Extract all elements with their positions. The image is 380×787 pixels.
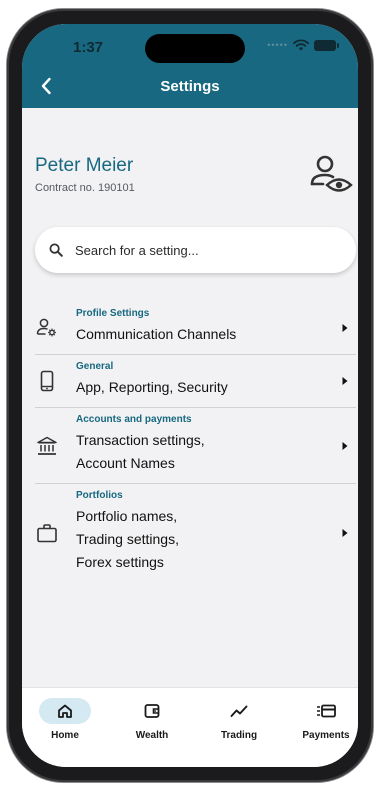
trend-icon <box>230 705 248 717</box>
row-subtitle: Account Names <box>76 455 175 471</box>
app-screen: 1:37 ••••• Settings Peter Meier Contract… <box>22 24 358 767</box>
bottom-navigation: Home Wealth Trading Payments <box>22 687 358 767</box>
nav-item-trading[interactable]: Trading <box>204 698 274 741</box>
nav-icon-highlight <box>126 698 178 724</box>
settings-row-text: Profile Settings Communication Channels <box>76 302 326 354</box>
row-category: Accounts and payments <box>76 414 192 425</box>
nav-icon-highlight <box>39 698 91 724</box>
settings-row-portfolios[interactable]: Portfolios Portfolio names, Trading sett… <box>35 484 356 582</box>
nav-label: Home <box>51 730 79 741</box>
settings-row-text: General App, Reporting, Security <box>76 355 326 407</box>
settings-row-text: Portfolios Portfolio names, Trading sett… <box>76 484 326 582</box>
profile-view-icon[interactable] <box>309 154 353 194</box>
row-category: Portfolios <box>76 490 123 501</box>
settings-row-accounts[interactable]: Accounts and payments Transaction settin… <box>35 408 356 484</box>
top-bar: 1:37 ••••• Settings <box>22 24 358 108</box>
settings-list: Profile Settings Communication Channels … <box>35 302 356 582</box>
page-title: Settings <box>160 78 220 95</box>
battery-icon <box>314 39 339 51</box>
search-input[interactable] <box>75 242 315 258</box>
contract-number: Contract no. 190101 <box>35 182 135 194</box>
user-settings-icon <box>35 316 59 340</box>
nav-label: Payments <box>302 730 350 741</box>
nav-icon-highlight <box>213 698 265 724</box>
row-category: General <box>76 361 114 372</box>
caret-right-icon <box>342 377 348 385</box>
wifi-icon <box>293 39 309 51</box>
smartphone-icon <box>35 369 59 393</box>
nav-label: Trading <box>220 730 258 741</box>
row-subtitle: Forex settings <box>76 554 164 570</box>
caret-right-icon <box>342 529 348 537</box>
nav-item-wealth[interactable]: Wealth <box>117 698 187 741</box>
status-icons: ••••• <box>267 39 339 51</box>
nav-item-payments[interactable]: Payments <box>291 698 358 741</box>
row-subtitle: Communication Channels <box>76 326 237 342</box>
home-icon <box>58 704 72 718</box>
signal-icon: ••••• <box>267 40 288 50</box>
row-subtitle: Portfolio names, <box>76 508 178 524</box>
settings-row-profile[interactable]: Profile Settings Communication Channels <box>35 302 356 355</box>
wallet-icon <box>144 704 160 718</box>
nav-icon-highlight <box>300 698 352 724</box>
dynamic-island <box>145 34 245 63</box>
phone-frame: 1:37 ••••• Settings Peter Meier Contract… <box>7 9 373 782</box>
bank-icon <box>35 434 59 458</box>
row-subtitle: Trading settings, <box>76 531 179 547</box>
search-box[interactable] <box>35 227 356 273</box>
briefcase-icon <box>35 521 59 545</box>
settings-row-text: Accounts and payments Transaction settin… <box>76 408 326 483</box>
row-category: Profile Settings <box>76 308 150 319</box>
card-icon <box>317 704 336 718</box>
nav-item-home[interactable]: Home <box>30 698 100 741</box>
user-name: Peter Meier <box>35 155 134 176</box>
caret-right-icon <box>342 324 348 332</box>
row-subtitle: App, Reporting, Security <box>76 379 228 395</box>
status-time: 1:37 <box>73 39 104 56</box>
nav-label: Wealth <box>135 730 169 741</box>
search-icon <box>49 243 63 257</box>
row-subtitle: Transaction settings, <box>76 432 205 448</box>
caret-right-icon <box>342 441 348 450</box>
settings-row-general[interactable]: General App, Reporting, Security <box>35 355 356 408</box>
